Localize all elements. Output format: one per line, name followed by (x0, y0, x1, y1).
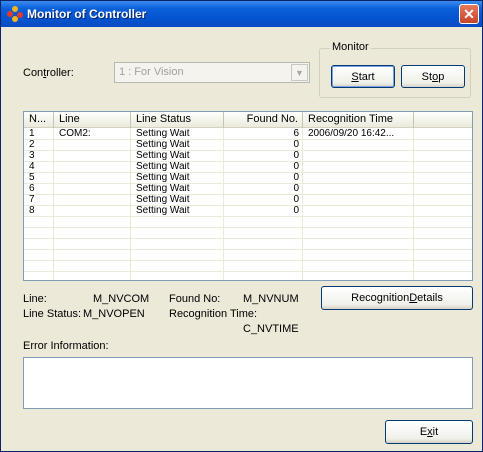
column-header-number[interactable]: N... (24, 112, 54, 128)
table-row[interactable]: 5 Setting Wait 0 (24, 173, 472, 183)
cell-found-no: 0 (293, 140, 299, 150)
cell-recognition-time: 2006/09/20 16:42... (308, 129, 395, 139)
table-row[interactable]: 4 Setting Wait 0 (24, 162, 472, 172)
table-row[interactable]: 6 Setting Wait 0 (24, 184, 472, 194)
cell-line-status: Setting Wait (136, 140, 190, 150)
cell-line-status: Setting Wait (136, 206, 190, 216)
recognition-time-label: Recognition Time: (169, 308, 258, 320)
cell-line-status: Setting Wait (136, 173, 190, 183)
table-row[interactable]: 2 Setting Wait 0 (24, 140, 472, 150)
cell-number: 3 (29, 151, 35, 161)
close-button[interactable]: ✕ (459, 4, 479, 24)
cell-line-status: Setting Wait (136, 151, 190, 161)
monitor-of-controller-window: Monitor of Controller ✕ Controller: 1 : … (0, 0, 483, 452)
monitor-group-label: Monitor (330, 41, 371, 53)
cell-found-no: 0 (293, 195, 299, 205)
cell-line: COM2: (59, 129, 91, 139)
start-button[interactable]: Start (331, 65, 395, 88)
found-no-label: Found No: (169, 293, 221, 305)
cell-number: 4 (29, 162, 35, 172)
window-title: Monitor of Controller (27, 7, 147, 21)
column-header-recognition-time[interactable]: Recognition Time (303, 112, 414, 128)
cell-found-no: 0 (293, 151, 299, 161)
found-no-value: M_NVNUM (243, 293, 299, 305)
column-header-filler (414, 112, 472, 128)
exit-button[interactable]: Ex it (385, 420, 473, 444)
cell-found-no: 6 (293, 129, 299, 139)
cell-line (54, 151, 131, 161)
cell-number: 8 (29, 206, 35, 216)
table-row[interactable]: 3 Setting Wait 0 (24, 151, 472, 161)
cell-found-no: 0 (293, 184, 299, 194)
app-icon (7, 6, 23, 22)
line-value: M_NVCOM (93, 293, 150, 305)
recognition-time-value: C_NVTIME (243, 323, 299, 335)
cell-recognition-time (303, 162, 414, 172)
table-header: N... Line Line Status Found No. Recognit… (24, 112, 472, 128)
cell-number: 1 (29, 129, 35, 139)
controller-select-value: 1 : For Vision (119, 66, 184, 78)
title-bar[interactable]: Monitor of Controller ✕ (1, 1, 482, 27)
cell-line-status: Setting Wait (136, 162, 190, 172)
error-information-box[interactable] (23, 357, 473, 409)
cell-found-no: 0 (293, 162, 299, 172)
dropdown-arrow-icon[interactable]: ▼ (291, 64, 308, 81)
cell-line-status: Setting Wait (136, 195, 190, 205)
cell-recognition-time (303, 151, 414, 161)
column-header-line[interactable]: Line (54, 112, 131, 128)
cell-number: 6 (29, 184, 35, 194)
column-header-found-no[interactable]: Found No. (224, 112, 303, 128)
cell-line (54, 206, 131, 216)
cell-line (54, 173, 131, 183)
error-information-label: Error Information: (23, 340, 109, 352)
cell-line-status: Setting Wait (136, 184, 190, 194)
column-header-line-status[interactable]: Line Status (131, 112, 224, 128)
cell-recognition-time (303, 195, 414, 205)
cell-number: 5 (29, 173, 35, 183)
controller-label: Controller: (23, 67, 74, 79)
cell-recognition-time (303, 173, 414, 183)
stop-button[interactable]: St o p (401, 65, 465, 88)
cell-number: 2 (29, 140, 35, 150)
cell-recognition-time (303, 140, 414, 150)
table-row[interactable]: 7 Setting Wait 0 (24, 195, 472, 205)
cell-found-no: 0 (293, 206, 299, 216)
line-status-table[interactable]: N... Line Line Status Found No. Recognit… (23, 111, 473, 281)
line-status-value: M_NVOPEN (83, 308, 145, 320)
cell-recognition-time (303, 184, 414, 194)
cell-line-status: Setting Wait (136, 129, 190, 139)
cell-number: 7 (29, 195, 35, 205)
cell-line (54, 140, 131, 150)
close-icon: ✕ (463, 5, 475, 22)
table-row[interactable]: 8 Setting Wait 0 (24, 206, 472, 216)
cell-line (54, 195, 131, 205)
cell-found-no: 0 (293, 173, 299, 183)
cell-recognition-time (303, 206, 414, 216)
recognition-details-button[interactable]: Recognition Details (321, 286, 473, 310)
controller-select[interactable]: 1 : For Vision ▼ (114, 62, 310, 83)
table-row[interactable]: 1 COM2: Setting Wait 6 2006/09/20 16:42.… (24, 129, 472, 139)
line-status-label: Line Status: (23, 308, 82, 320)
cell-line (54, 184, 131, 194)
cell-line (54, 162, 131, 172)
line-label: Line: (23, 293, 47, 305)
